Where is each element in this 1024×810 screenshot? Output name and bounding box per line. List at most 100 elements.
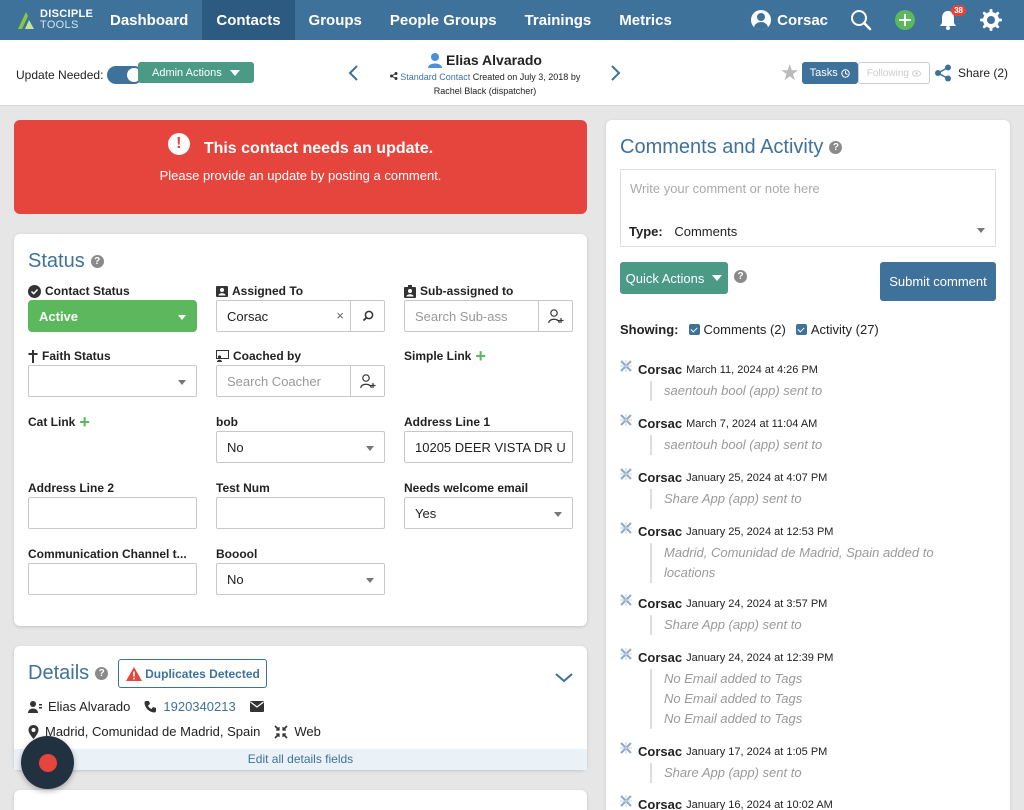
bob-select[interactable]: No (216, 431, 385, 463)
quick-actions-button[interactable]: Quick Actions (620, 262, 728, 294)
comment-input[interactable]: Write your comment or note here Type: Co… (620, 169, 996, 247)
nav-metrics[interactable]: Metrics (605, 0, 686, 40)
search-assigned-button[interactable] (350, 301, 384, 331)
details-row-2: Madrid, Comunidad de Madrid, Spain Web (28, 724, 335, 739)
add-user-button[interactable] (538, 301, 572, 331)
share-button[interactable]: Share (2) (934, 64, 1008, 82)
needs-welcome-email-select[interactable]: Yes (404, 497, 573, 529)
add-cat-link-icon[interactable]: + (79, 413, 90, 431)
nav-groups[interactable]: Groups (295, 0, 376, 40)
status-card: Status ? Contact Status Active Assigned … (14, 234, 587, 626)
comment-type-select[interactable]: Type: Comments (629, 224, 737, 239)
email-button[interactable] (249, 701, 270, 712)
test-num-input[interactable] (216, 497, 385, 529)
email-icon (249, 701, 264, 712)
submit-comment-button[interactable]: Submit comment (880, 262, 996, 301)
cat-link-field: Cat Link + (28, 413, 90, 431)
help-icon[interactable]: ? (734, 270, 747, 283)
sub-assigned-input[interactable]: Search Sub-ass (404, 300, 573, 332)
nav-contacts[interactable]: Contacts (202, 0, 295, 40)
activity-user: Corsac (638, 416, 683, 431)
add-coach-button[interactable] (350, 366, 384, 396)
settings-button[interactable] (980, 9, 1002, 31)
activity-item: Corsac January 24, 2024 at 12:39 PM No Ema… (620, 647, 1000, 729)
assigned-to-input[interactable]: Corsac × (216, 300, 385, 332)
chevron-down-icon (555, 673, 573, 683)
source-arrows-icon (274, 724, 288, 739)
communication-channel-input[interactable] (28, 563, 197, 595)
user-menu[interactable]: Corsac (751, 10, 828, 30)
previous-record-button[interactable] (347, 64, 359, 88)
app-logo-icon (620, 359, 632, 372)
details-title: Details (28, 662, 90, 684)
nav-dashboard[interactable]: Dashboard (96, 0, 202, 40)
activity-item: Corsac March 7, 2024 at 11:04 AM saentouh … (620, 413, 1000, 455)
cross-icon (28, 349, 38, 363)
address-line-2-input[interactable] (28, 497, 197, 529)
tasks-button[interactable]: Tasks (801, 62, 858, 84)
floating-action-button[interactable] (21, 736, 74, 789)
bob-field: bob No (216, 413, 385, 463)
edit-all-details-link[interactable]: Edit all details fields (14, 749, 587, 770)
person-icon (428, 52, 442, 68)
contact-status-select[interactable]: Active (28, 300, 197, 332)
logo-icon (18, 12, 34, 29)
created-by-text: Rachel Black (dispatcher) (433, 86, 537, 96)
sub-assigned-field: Sub-assigned to Search Sub-ass (404, 282, 573, 332)
logo[interactable]: DISCIPLE TOOLS (0, 0, 96, 40)
activity-date: January 25, 2024 at 12:53 PM (686, 525, 834, 538)
following-button[interactable]: Following (857, 62, 930, 84)
nav-people-groups[interactable]: People Groups (376, 0, 511, 40)
activity-text: saentouh bool (app) sent to (664, 437, 823, 452)
comments-checkbox[interactable] (688, 324, 700, 335)
activity-text: No Email added to Tags (664, 711, 803, 726)
activity-user: Corsac (638, 524, 683, 539)
activity-text: No Email added to Tags (664, 691, 803, 706)
search-icon (851, 10, 872, 31)
next-record-button[interactable] (610, 64, 622, 88)
contact-type-link[interactable]: Standard Contact (400, 72, 470, 82)
activity-user: Corsac (638, 362, 683, 377)
coach-board-icon (216, 350, 229, 362)
activity-checkbox[interactable] (795, 324, 807, 335)
plus-circle-icon (895, 10, 915, 30)
app-logo-icon (620, 593, 632, 606)
collapse-details-button[interactable] (555, 670, 573, 686)
add-simple-link-icon[interactable]: + (475, 347, 486, 365)
clear-icon[interactable]: × (336, 308, 344, 323)
activity-text: Share App (app) sent to (664, 491, 802, 506)
activity-item: Corsac January 24, 2024 at 3:57 PM Share A… (620, 593, 1000, 635)
simple-link-field: Simple Link + (404, 347, 486, 365)
check-circle-icon (28, 284, 41, 298)
duplicates-detected-button[interactable]: Duplicates Detected (118, 659, 267, 688)
update-needed-label: Update Needed: (16, 68, 104, 82)
help-icon[interactable]: ? (829, 141, 843, 154)
next-section-card (14, 790, 587, 810)
favorite-star-icon[interactable]: ★ (780, 60, 800, 86)
activity-user: Corsac (638, 650, 683, 665)
assigned-to-field: Assigned To Corsac × (216, 282, 385, 332)
notification-badge: 38 (951, 5, 966, 16)
help-icon[interactable]: ? (90, 255, 104, 268)
faith-status-select[interactable] (28, 365, 197, 397)
gear-icon (980, 9, 1002, 31)
admin-actions-button[interactable]: Admin Actions (138, 62, 254, 83)
activity-date: January 24, 2024 at 12:39 PM (686, 651, 834, 664)
address-line-1-input[interactable]: 10205 DEER VISTA DR U (404, 431, 573, 463)
comment-placeholder: Write your comment or note here (630, 181, 820, 196)
coached-by-input[interactable]: Search Coacher (216, 365, 385, 397)
detail-phone-link[interactable]: 1920340213 (163, 699, 235, 714)
help-icon[interactable]: ? (95, 667, 109, 680)
activity-date: January 25, 2024 at 4:07 PM (686, 471, 828, 484)
notifications-button[interactable]: 38 (938, 5, 966, 31)
add-new-button[interactable] (894, 9, 916, 31)
nav-trainings[interactable]: Trainings (511, 0, 606, 40)
booool-select[interactable]: No (216, 563, 385, 595)
location-pin-icon (28, 724, 39, 739)
search-button[interactable] (850, 9, 872, 31)
app-logo-icon (620, 413, 632, 426)
warning-icon (126, 666, 143, 681)
alert-title: This contact needs an update. (203, 140, 434, 157)
app-logo-icon (620, 794, 632, 807)
update-needed: Update Needed: (16, 66, 144, 84)
